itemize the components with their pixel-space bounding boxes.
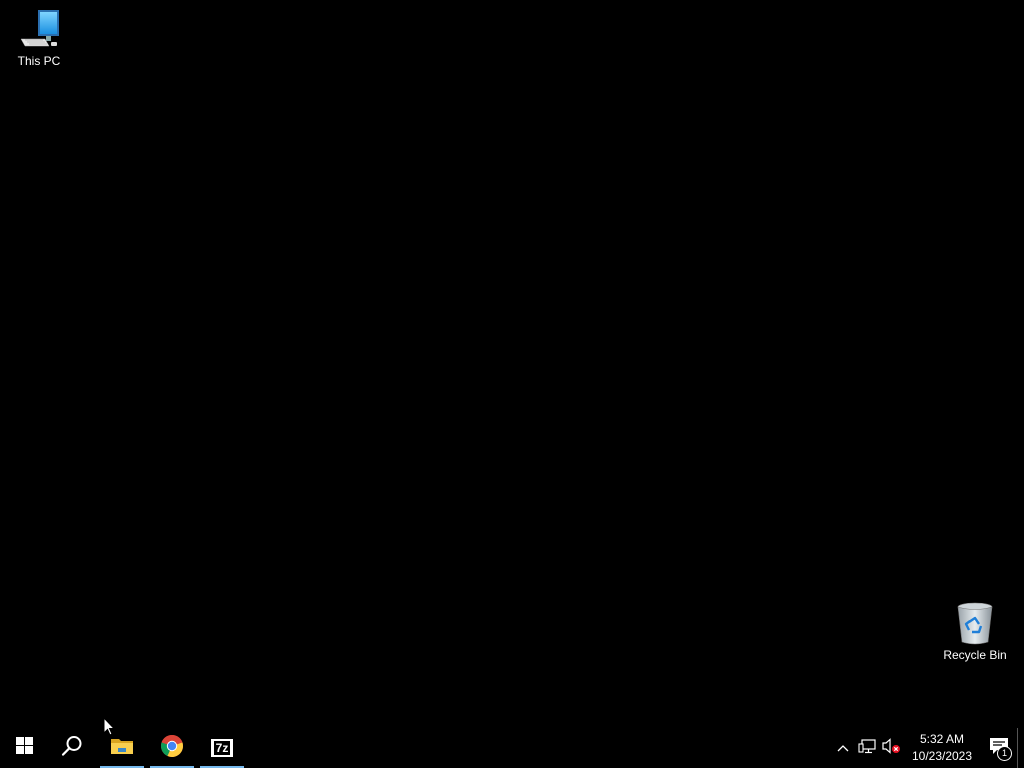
start-button[interactable]: [0, 728, 48, 768]
clock-date: 10/23/2023: [911, 749, 973, 763]
desktop-icon-label: Recycle Bin: [943, 648, 1007, 662]
mouse-cursor-icon: [103, 716, 116, 741]
computer-icon: [15, 6, 63, 52]
notification-count-badge: 1: [997, 746, 1012, 761]
7zip-icon: 7z: [211, 739, 233, 757]
system-tray: 5:32 AM 10/23/2023 1: [831, 728, 1024, 768]
taskbar-app-chrome[interactable]: [148, 728, 196, 768]
chrome-icon: [160, 734, 184, 763]
recycle-bin-icon: [951, 600, 999, 646]
chevron-up-icon: [837, 739, 849, 757]
desktop[interactable]: This PC Recycle Bin: [0, 0, 1024, 728]
taskbar-app-7zip[interactable]: 7z: [198, 728, 246, 768]
tray-volume-button[interactable]: [879, 728, 903, 768]
taskbar-clock[interactable]: 5:32 AM 10/23/2023: [907, 728, 977, 768]
windows-logo-icon: [15, 737, 33, 759]
tray-overflow-button[interactable]: [831, 728, 855, 768]
desktop-icon-this-pc[interactable]: This PC: [1, 6, 77, 74]
desktop-icon-recycle-bin[interactable]: Recycle Bin: [937, 600, 1013, 668]
tray-network-button[interactable]: [855, 728, 879, 768]
volume-muted-icon: [881, 737, 901, 759]
network-icon: [858, 738, 876, 759]
desktop-icon-label: This PC: [17, 54, 61, 68]
taskbar: 7z 5:32 AM 10/23/2023 1: [0, 728, 1024, 768]
show-desktop-button[interactable]: [1017, 728, 1024, 768]
search-icon: [61, 735, 83, 762]
action-center-button[interactable]: 1: [981, 728, 1017, 768]
search-button[interactable]: [48, 728, 96, 768]
clock-time: 5:32 AM: [919, 732, 965, 746]
